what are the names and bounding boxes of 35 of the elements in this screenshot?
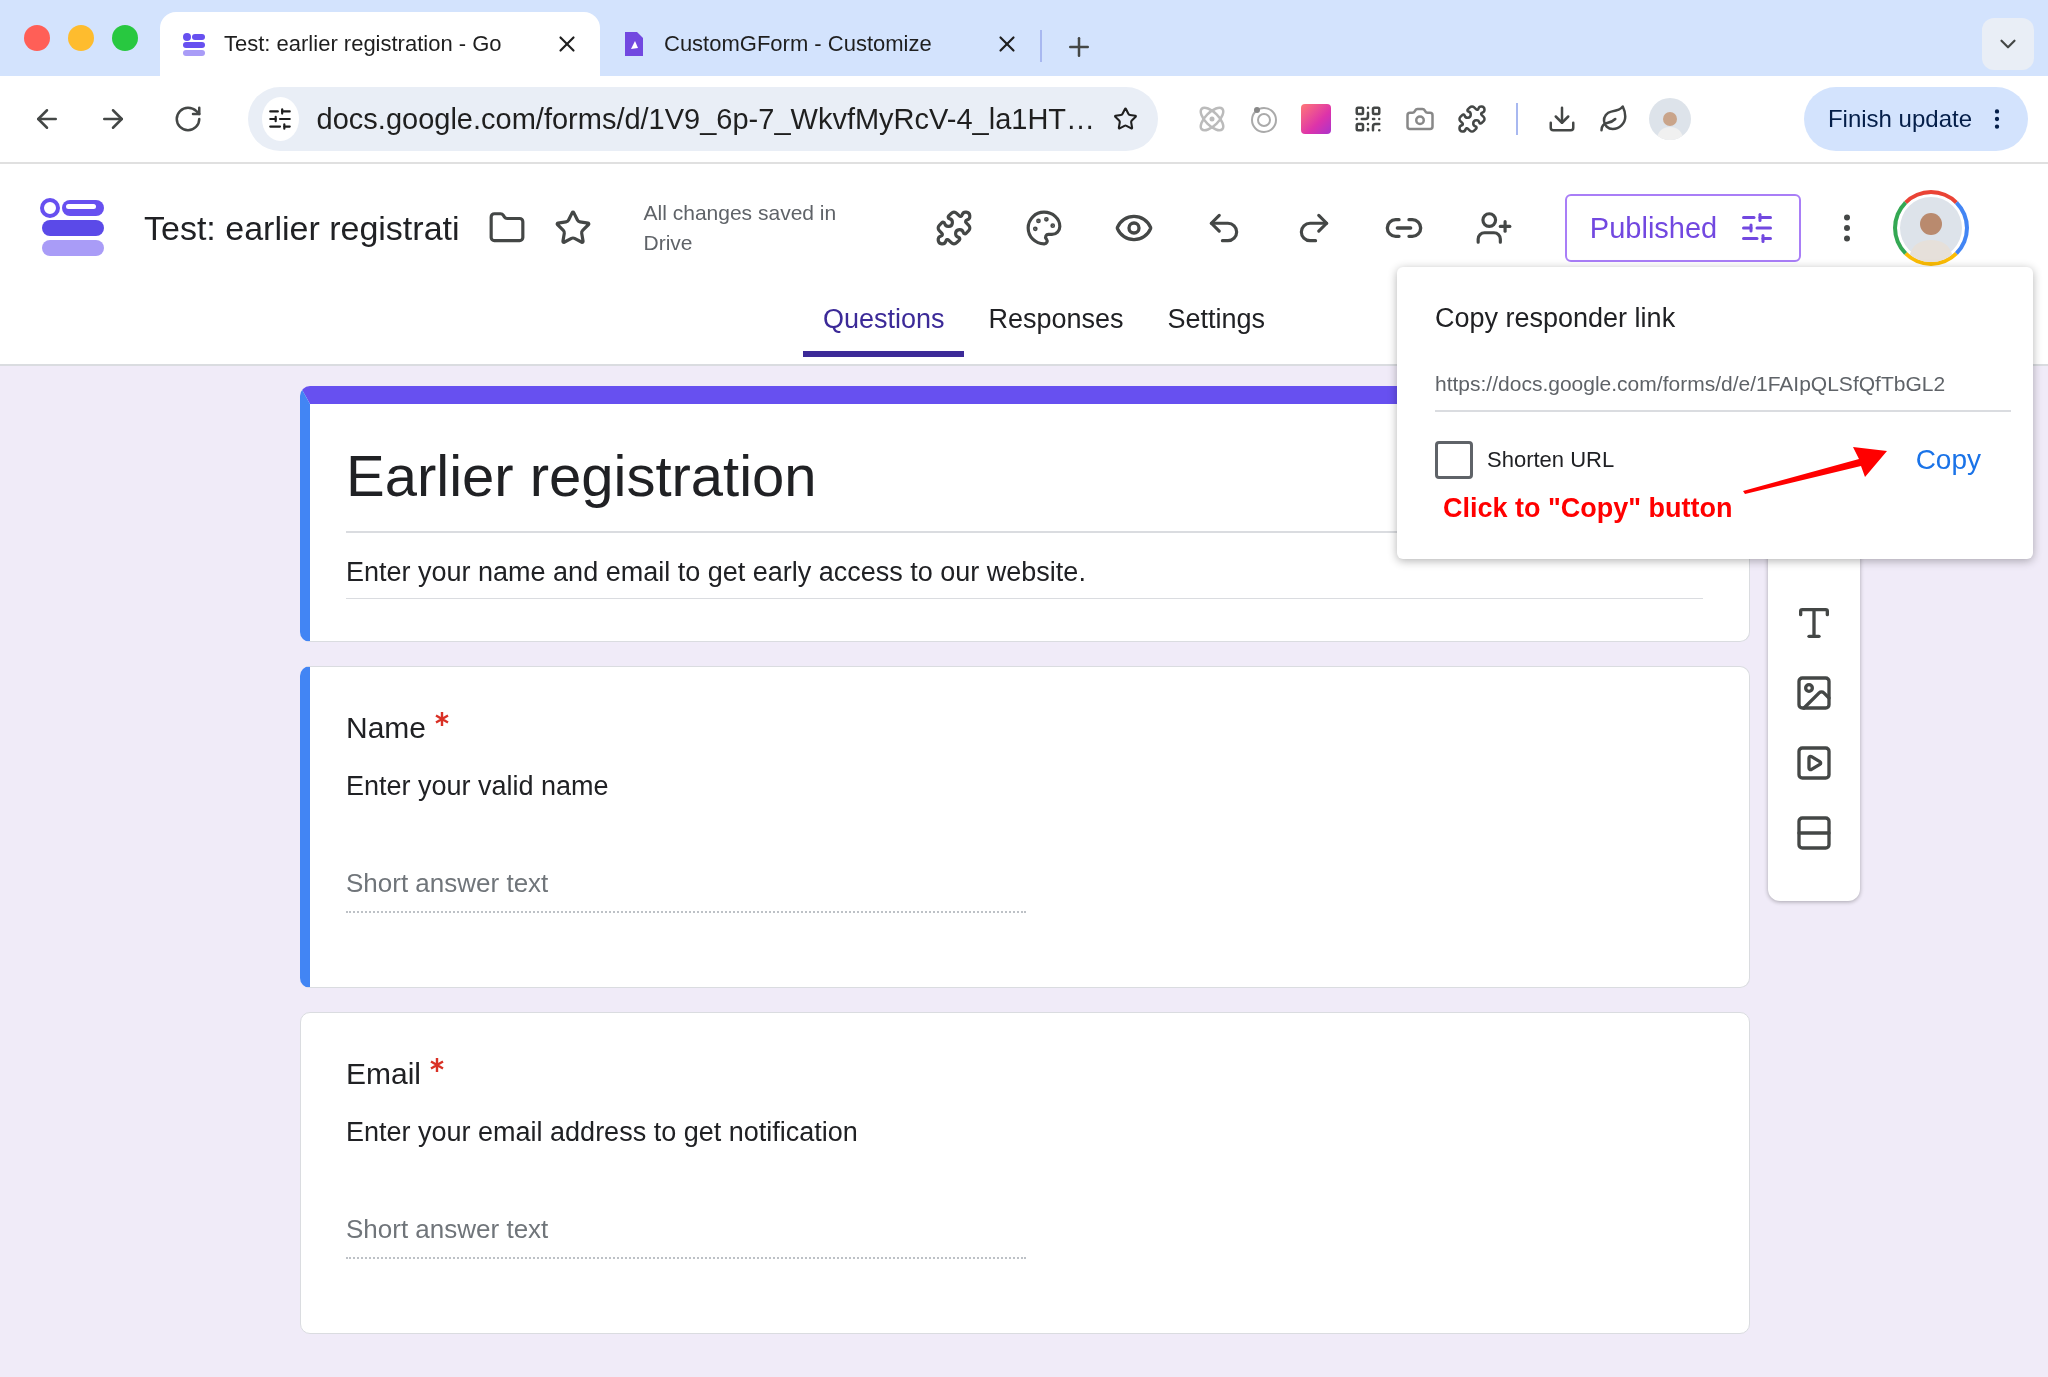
reload-icon[interactable] [173, 104, 203, 134]
target-icon[interactable] [1249, 104, 1279, 134]
puzzle-icon[interactable] [934, 209, 973, 247]
leaf-icon[interactable] [1599, 104, 1629, 134]
question-title: Email [346, 1057, 421, 1091]
checkbox-label: Shorten URL [1487, 447, 1615, 473]
image-icon[interactable] [1794, 673, 1834, 713]
checkbox[interactable] [1435, 441, 1473, 479]
form-tab[interactable]: Questions [802, 292, 965, 357]
address-bar[interactable]: docs.google.com/forms/d/1V9_6p-7_WkvfMyRcV-4_la1HT… [248, 87, 1158, 151]
question-description: Enter your email address to get notification [346, 1117, 859, 1148]
browser-tab[interactable]: CustomGForm - Customize [600, 12, 1040, 76]
video-icon[interactable] [1794, 743, 1834, 783]
palette-icon[interactable] [1024, 209, 1063, 247]
published-button[interactable]: Published [1564, 194, 1801, 262]
question-title: Name [346, 711, 427, 745]
browser-tab[interactable]: Test: earlier registration - Go [160, 12, 600, 76]
form-tab[interactable]: Responses [968, 292, 1144, 357]
form-title: Test: earlier registrati [144, 208, 460, 248]
forms-logo-icon [40, 198, 106, 258]
extensions-icon[interactable] [1457, 104, 1487, 134]
popup-title: Copy responder link [1435, 303, 1677, 334]
forms-icon [182, 31, 206, 57]
finish-update-button[interactable]: Finish update [1803, 87, 2028, 151]
question-description: Enter your valid name [346, 771, 610, 802]
qr-code-icon[interactable] [1353, 104, 1383, 134]
form-tab[interactable]: Settings [1147, 292, 1286, 357]
document-icon [622, 31, 646, 57]
add-person-icon[interactable] [1474, 209, 1513, 247]
site-info-icon[interactable] [267, 106, 294, 132]
section-icon[interactable] [1794, 813, 1834, 853]
star-icon[interactable] [553, 209, 592, 247]
download-icon[interactable] [1547, 104, 1577, 134]
copy-button[interactable]: Copy [1907, 438, 1989, 482]
save-status: All changes saved in Drive [643, 200, 838, 256]
